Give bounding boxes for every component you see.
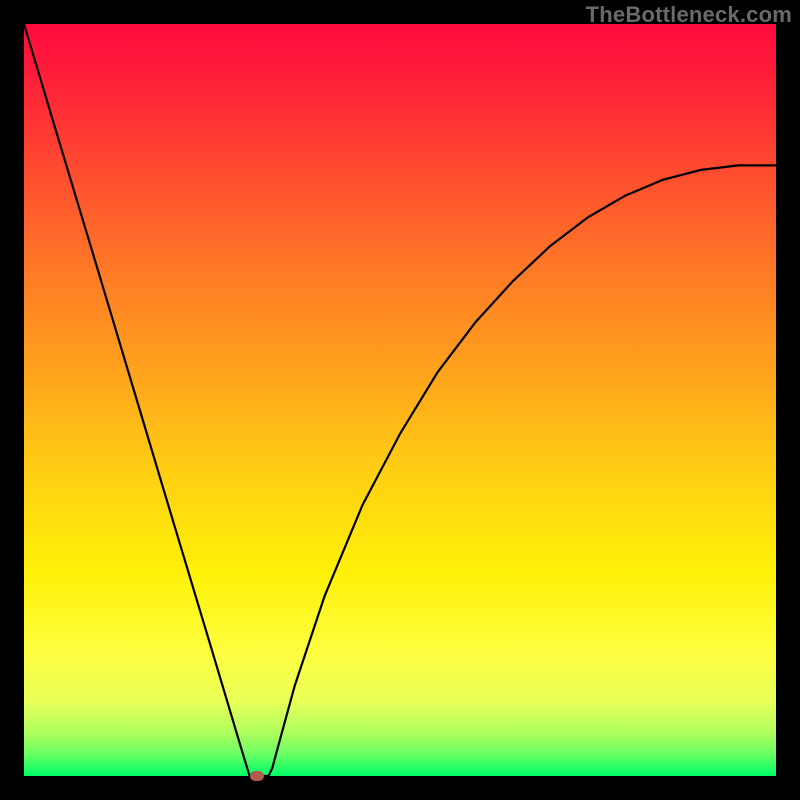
chart-frame: TheBottleneck.com [0,0,800,800]
minimum-marker [250,771,264,781]
bottleneck-curve [24,24,776,776]
plot-area [24,24,776,776]
